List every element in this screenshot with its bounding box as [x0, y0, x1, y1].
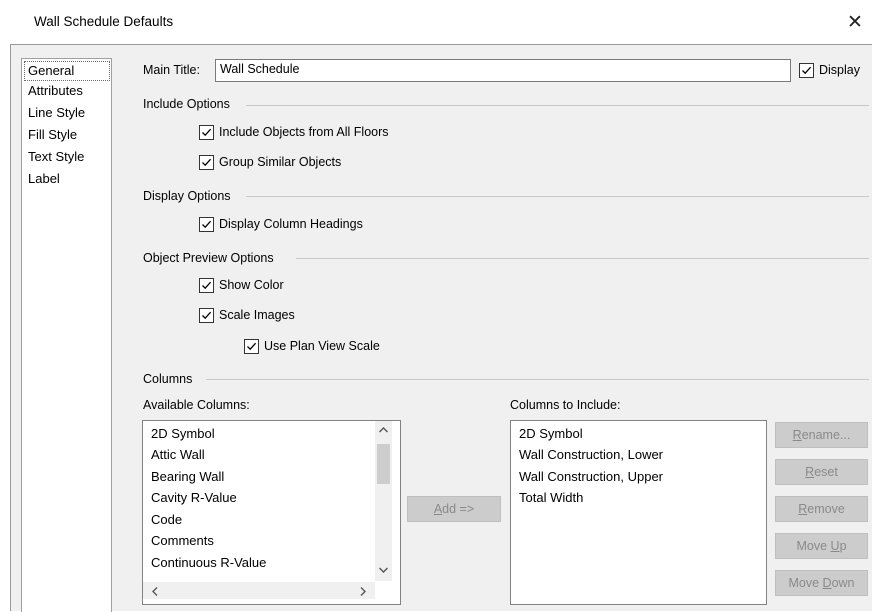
check-icon: [202, 281, 212, 290]
add-column-button[interactable]: Add =>: [407, 496, 501, 522]
available-columns-hscrollbar[interactable]: [143, 582, 375, 599]
nav-item-general[interactable]: General: [24, 61, 110, 81]
main-title-input[interactable]: Wall Schedule: [215, 59, 791, 82]
list-item[interactable]: Code: [151, 512, 182, 527]
list-item[interactable]: Wall Construction, Upper: [519, 469, 663, 484]
scale-images-checkbox[interactable]: [199, 308, 214, 323]
display-column-headings-label: Display Column Headings: [219, 217, 363, 231]
group-similar-checkbox[interactable]: [199, 155, 214, 170]
list-item[interactable]: Wall Construction, Lower: [519, 447, 663, 462]
title-bar: Wall Schedule Defaults ✕: [0, 0, 872, 44]
include-options-header: Include Options: [143, 97, 230, 111]
check-icon: [202, 128, 212, 137]
list-item[interactable]: Cavity R-Value: [151, 490, 237, 505]
include-all-floors-label: Include Objects from All Floors: [219, 125, 389, 139]
nav-item-text-style[interactable]: Text Style: [25, 147, 87, 167]
list-item[interactable]: Continuous R-Value: [151, 555, 266, 570]
display-column-headings-checkbox[interactable]: [199, 217, 214, 232]
check-icon: [202, 311, 212, 320]
list-item[interactable]: Bearing Wall: [151, 469, 224, 484]
display-title-checkbox[interactable]: [799, 63, 814, 78]
main-title-value: Wall Schedule: [220, 62, 300, 76]
panel-nav-list: General Attributes Line Style Fill Style…: [21, 58, 112, 612]
chevron-right-icon[interactable]: [359, 586, 367, 597]
nav-item-line-style[interactable]: Line Style: [25, 103, 88, 123]
wall-schedule-defaults-dialog: Wall Schedule Defaults ✕ General Attribu…: [0, 0, 872, 612]
available-columns-label: Available Columns:: [143, 398, 250, 412]
check-icon: [202, 220, 212, 229]
rename-button[interactable]: Rename...: [775, 422, 868, 448]
show-color-checkbox[interactable]: [199, 278, 214, 293]
display-options-header: Display Options: [143, 189, 231, 203]
frame-divider: [10, 44, 872, 45]
display-title-label: Display: [819, 63, 860, 77]
move-down-button[interactable]: Move Down: [775, 570, 868, 596]
group-divider: [206, 379, 869, 380]
list-item[interactable]: Attic Wall: [151, 447, 205, 462]
close-icon[interactable]: ✕: [838, 8, 872, 38]
remove-button[interactable]: Remove: [775, 496, 868, 522]
list-item[interactable]: 2D Symbol: [519, 426, 583, 441]
group-divider: [246, 196, 869, 197]
check-icon: [802, 66, 812, 75]
group-similar-label: Group Similar Objects: [219, 155, 342, 169]
columns-header: Columns: [143, 372, 193, 386]
included-columns-list[interactable]: 2D Symbol Wall Construction, Lower Wall …: [510, 420, 767, 605]
plan-view-scale-label: Use Plan View Scale: [264, 339, 380, 353]
frame-divider: [10, 44, 11, 611]
chevron-down-icon[interactable]: [378, 566, 389, 574]
chevron-up-icon[interactable]: [378, 426, 389, 434]
main-title-label: Main Title:: [143, 63, 200, 77]
list-item[interactable]: 2D Symbol: [151, 426, 215, 441]
available-columns-scroll-thumb[interactable]: [377, 444, 390, 484]
columns-to-include-label: Columns to Include:: [510, 398, 621, 412]
move-up-button[interactable]: Move Up: [775, 533, 868, 559]
dialog-title: Wall Schedule Defaults: [34, 14, 174, 29]
chevron-left-icon[interactable]: [151, 586, 159, 597]
check-icon: [202, 158, 212, 167]
preview-options-header: Object Preview Options: [143, 251, 274, 265]
nav-item-fill-style[interactable]: Fill Style: [25, 125, 80, 145]
group-divider: [246, 105, 869, 106]
nav-item-label[interactable]: Label: [25, 169, 63, 189]
scale-images-label: Scale Images: [219, 308, 295, 322]
nav-item-attributes[interactable]: Attributes: [25, 81, 86, 101]
group-divider: [296, 258, 869, 259]
plan-view-scale-checkbox[interactable]: [244, 339, 259, 354]
list-item[interactable]: Comments: [151, 533, 214, 548]
show-color-label: Show Color: [219, 278, 284, 292]
check-icon: [247, 342, 257, 351]
available-columns-list[interactable]: 2D Symbol Attic Wall Bearing Wall Cavity…: [142, 420, 401, 605]
include-all-floors-checkbox[interactable]: [199, 125, 214, 140]
reset-button[interactable]: Reset: [775, 459, 868, 485]
list-item[interactable]: Total Width: [519, 490, 583, 505]
